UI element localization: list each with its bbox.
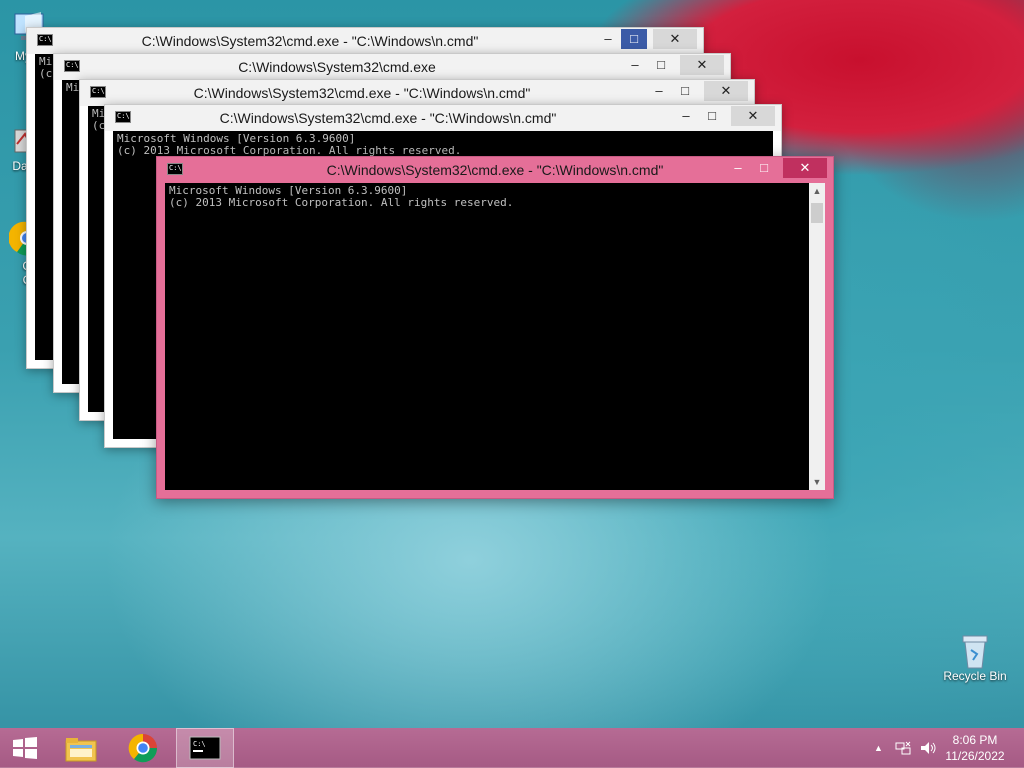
title-bar[interactable]: C:\ C:\Windows\System32\cmd.exe – □ ✕ — [54, 54, 730, 80]
minimize-button[interactable]: – — [725, 158, 751, 178]
taskbar-file-explorer[interactable] — [55, 728, 107, 768]
svg-text:C:\: C:\ — [193, 740, 206, 748]
chrome-icon — [128, 733, 158, 763]
minimize-button[interactable]: – — [673, 106, 699, 126]
taskbar: C:\ ▲ 8:06 PM 11/26/2022 — [0, 728, 1024, 768]
network-icon[interactable] — [895, 740, 911, 756]
title-bar[interactable]: C:\ C:\Windows\System32\cmd.exe - "C:\Wi… — [105, 105, 781, 131]
close-button[interactable]: ✕ — [704, 81, 748, 101]
cmd-icon: C:\ — [189, 736, 221, 760]
window-title: C:\Windows\System32\cmd.exe — [238, 59, 436, 75]
windows-logo-icon — [13, 737, 37, 759]
scroll-up-icon[interactable]: ▲ — [809, 183, 825, 199]
window-title: C:\Windows\System32\cmd.exe - "C:\Window… — [219, 110, 557, 126]
desktop-icon-label: Recycle Bin — [943, 669, 1007, 683]
cmd-window-active[interactable]: C:\ C:\Windows\System32\cmd.exe - "C:\Wi… — [156, 156, 834, 499]
desktop-icon-recycle-bin[interactable]: Recycle Bin — [940, 630, 1010, 683]
taskbar-command-prompt[interactable]: C:\ — [176, 728, 234, 768]
close-button[interactable]: ✕ — [653, 29, 697, 49]
title-bar[interactable]: C:\ C:\Windows\System32\cmd.exe - "C:\Wi… — [27, 28, 703, 54]
close-button[interactable]: ✕ — [680, 55, 724, 75]
maximize-button[interactable]: □ — [751, 158, 777, 178]
minimize-button[interactable]: – — [595, 29, 621, 49]
taskbar-clock[interactable]: 8:06 PM 11/26/2022 — [940, 732, 1010, 764]
maximize-button[interactable]: □ — [672, 81, 698, 101]
maximize-button[interactable]: □ — [699, 106, 725, 126]
system-tray: ▲ — [874, 728, 937, 768]
vertical-scrollbar[interactable]: ▲ ▼ — [809, 183, 825, 490]
volume-icon[interactable] — [919, 740, 937, 756]
close-button[interactable]: ✕ — [783, 158, 827, 178]
taskbar-chrome[interactable] — [117, 728, 169, 768]
window-title: C:\Windows\System32\cmd.exe - "C:\Window… — [141, 33, 479, 49]
maximize-button[interactable]: □ — [648, 55, 674, 75]
title-bar[interactable]: C:\ C:\Windows\System32\cmd.exe - "C:\Wi… — [80, 80, 754, 106]
maximize-button[interactable]: □ — [621, 29, 647, 49]
console-output[interactable]: Microsoft Windows [Version 6.3.9600] (c)… — [165, 183, 809, 490]
folder-icon — [65, 738, 97, 762]
show-hidden-icons-button[interactable]: ▲ — [874, 743, 883, 753]
recycle-bin-icon — [957, 630, 993, 669]
minimize-button[interactable]: – — [646, 81, 672, 101]
scroll-down-icon[interactable]: ▼ — [809, 474, 825, 490]
clock-time: 8:06 PM — [952, 733, 998, 747]
start-button[interactable] — [0, 728, 50, 768]
minimize-button[interactable]: – — [622, 55, 648, 75]
close-button[interactable]: ✕ — [731, 106, 775, 126]
scroll-thumb[interactable] — [811, 203, 823, 223]
title-bar[interactable]: C:\ C:\Windows\System32\cmd.exe - "C:\Wi… — [157, 157, 833, 183]
window-title: C:\Windows\System32\cmd.exe - "C:\Window… — [193, 85, 531, 101]
clock-date: 11/26/2022 — [945, 749, 1005, 763]
